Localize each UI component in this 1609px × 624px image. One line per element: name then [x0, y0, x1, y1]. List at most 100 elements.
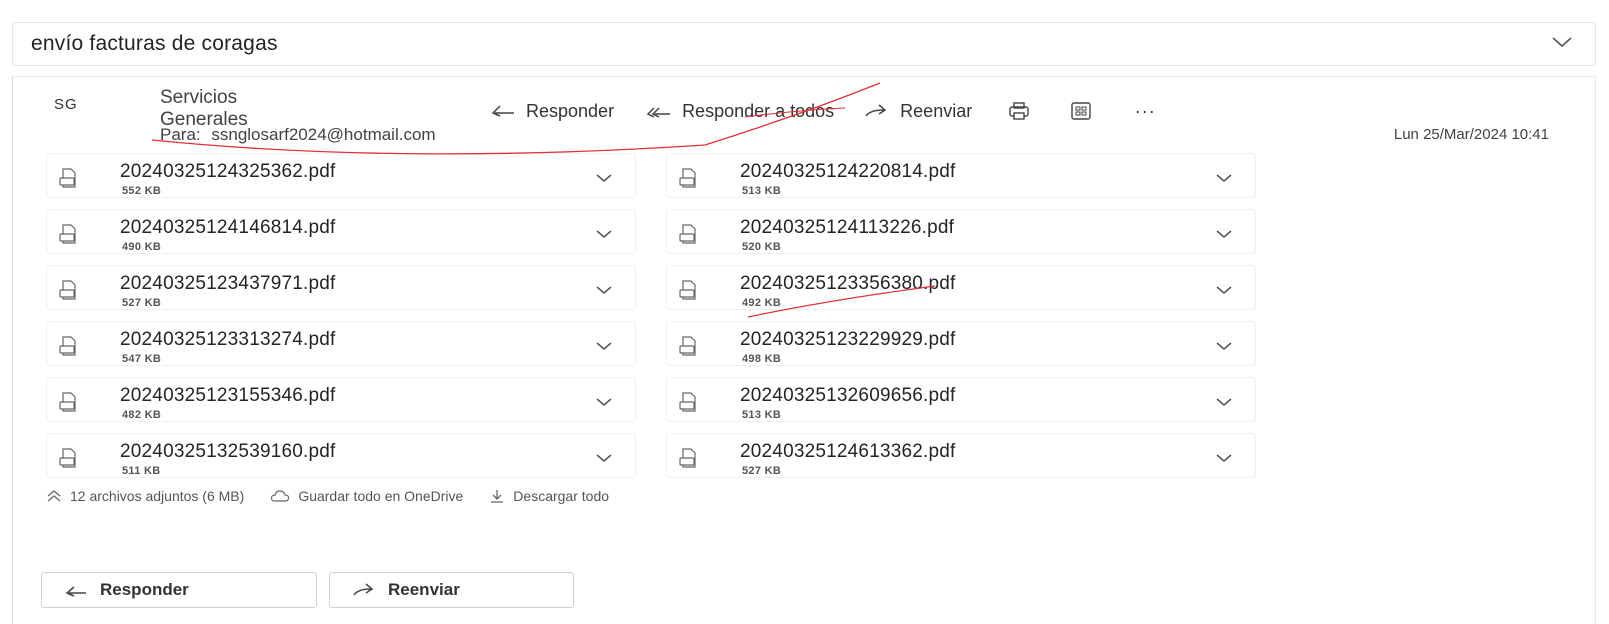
download-all-label: Descargar todo: [513, 488, 610, 504]
file-icon: [57, 279, 79, 301]
collapse-attachments-button[interactable]: 12 archivos adjuntos (6 MB): [46, 488, 244, 504]
file-icon: [57, 223, 79, 245]
chevron-down-icon[interactable]: [595, 395, 613, 407]
attachment-name: 20240325132609656.pdf: [740, 385, 956, 406]
chevron-down-icon[interactable]: [1215, 451, 1233, 463]
print-icon: [1009, 102, 1029, 120]
attachment-item[interactable]: 20240325123313274.pdf 547 KB: [46, 321, 636, 366]
file-icon: [57, 167, 79, 189]
chevron-down-icon[interactable]: [1215, 227, 1233, 239]
attachment-item[interactable]: 20240325123155346.pdf 482 KB: [46, 377, 636, 422]
attachment-size: 511 KB: [122, 465, 161, 477]
attachment-size: 513 KB: [742, 185, 782, 197]
attachment-size: 527 KB: [742, 465, 782, 477]
attachment-item[interactable]: 20240325132539160.pdf 511 KB: [46, 433, 636, 478]
attachment-item[interactable]: 20240325124146814.pdf 490 KB: [46, 209, 636, 254]
reply-all-button[interactable]: Responder a todos: [646, 101, 834, 122]
avatar[interactable]: SG: [54, 96, 78, 113]
attachment-size: 552 KB: [122, 185, 162, 197]
save-to-onedrive-button[interactable]: Guardar todo en OneDrive: [270, 488, 463, 504]
reply-arrow-icon: [65, 586, 86, 597]
print-button[interactable]: [1006, 100, 1032, 122]
attachment-size: 527 KB: [122, 297, 162, 309]
immersive-reader-icon: [1071, 102, 1091, 120]
file-icon: [677, 167, 699, 189]
attachment-name: 20240325124113226.pdf: [740, 217, 955, 238]
attachment-item[interactable]: 20240325123229929.pdf 498 KB: [666, 321, 1256, 366]
file-icon: [677, 447, 699, 469]
attachments-count: 12 archivos adjuntos (6 MB): [70, 488, 245, 504]
footer-reply-button[interactable]: Responder: [41, 572, 317, 608]
footer-reply-label: Responder: [100, 580, 189, 599]
email-subject: envío facturas de coragas: [31, 32, 278, 55]
forward-arrow-icon: [865, 104, 887, 117]
attachment-name: 20240325123155346.pdf: [120, 385, 336, 406]
attachment-name: 20240325123356380.pdf: [740, 273, 956, 294]
footer-forward-label: Reenviar: [388, 580, 460, 599]
file-icon: [57, 391, 79, 413]
attachment-item[interactable]: 20240325123437971.pdf 527 KB: [46, 265, 636, 310]
forward-label: Reenviar: [900, 100, 973, 121]
footer-actions: Responder Reenviar: [41, 572, 574, 608]
attachment-size: 482 KB: [122, 409, 162, 421]
attachment-size: 513 KB: [742, 409, 782, 421]
attachment-name: 20240325124325362.pdf: [120, 161, 336, 182]
chevron-down-icon[interactable]: [1215, 283, 1233, 295]
chevron-down-icon[interactable]: [595, 283, 613, 295]
attachment-name: 20240325124220814.pdf: [740, 161, 956, 182]
file-icon: [677, 223, 699, 245]
attachment-name: 20240325123437971.pdf: [120, 273, 336, 294]
cloud-icon: [271, 490, 290, 502]
file-icon: [677, 279, 699, 301]
reply-label: Responder: [526, 100, 615, 121]
chevron-down-icon[interactable]: [595, 227, 613, 239]
forward-arrow-icon: [353, 583, 374, 596]
attachment-size: 547 KB: [122, 353, 162, 365]
message-date: Lun 25/Mar/2024 10:41: [1393, 126, 1549, 143]
attachment-name: 20240325123229929.pdf: [740, 329, 956, 350]
chevron-down-icon[interactable]: [1551, 35, 1573, 54]
download-icon: [491, 490, 504, 503]
attachments-summary: 12 archivos adjuntos (6 MB) Guardar todo…: [46, 488, 609, 504]
more-ellipsis-icon[interactable]: ···: [1132, 100, 1158, 122]
attachment-name: 20240325132539160.pdf: [120, 441, 336, 462]
attachment-item[interactable]: 20240325123356380.pdf 492 KB: [666, 265, 1256, 310]
to-label: Para:: [160, 125, 201, 144]
attachment-item[interactable]: 20240325124113226.pdf 520 KB: [666, 209, 1256, 254]
attachment-item[interactable]: 20240325124220814.pdf 513 KB: [666, 153, 1256, 198]
footer-forward-button[interactable]: Reenviar: [329, 572, 574, 608]
reply-all-label: Responder a todos: [682, 100, 835, 121]
attachment-size: 498 KB: [742, 353, 782, 365]
subject-bar[interactable]: envío facturas de coragas: [12, 22, 1596, 66]
attachment-name: 20240325123313274.pdf: [120, 329, 336, 350]
attachment-item[interactable]: 20240325124613362.pdf 527 KB: [666, 433, 1256, 478]
attachment-item[interactable]: 20240325132609656.pdf 513 KB: [666, 377, 1256, 422]
forward-button[interactable]: Reenviar: [864, 101, 972, 122]
reply-all-arrows-icon: [646, 107, 671, 118]
chevron-down-icon[interactable]: [1215, 339, 1233, 351]
recipient-address[interactable]: ssnglosarf2024@hotmail.com: [211, 125, 435, 144]
chevron-down-icon[interactable]: [595, 339, 613, 351]
attachment-name: 20240325124146814.pdf: [120, 217, 336, 238]
save-onedrive-label: Guardar todo en OneDrive: [298, 488, 464, 504]
chevron-up-double-icon: [47, 490, 61, 502]
chevron-down-icon[interactable]: [595, 171, 613, 183]
attachment-item[interactable]: 20240325124325362.pdf 552 KB: [46, 153, 636, 198]
chevron-down-icon[interactable]: [1215, 171, 1233, 183]
file-icon: [57, 335, 79, 357]
file-icon: [57, 447, 79, 469]
reply-arrow-icon: [491, 105, 514, 117]
reply-button[interactable]: Responder: [490, 101, 614, 122]
chevron-down-icon[interactable]: [595, 451, 613, 463]
attachment-size: 520 KB: [742, 241, 782, 253]
immersive-reader-button[interactable]: [1068, 100, 1094, 122]
attachment-size: 492 KB: [742, 297, 782, 309]
file-icon: [677, 335, 699, 357]
chevron-down-icon[interactable]: [1215, 395, 1233, 407]
attachment-size: 490 KB: [122, 241, 162, 253]
file-icon: [677, 391, 699, 413]
recipient-line: Para: ssnglosarf2024@hotmail.com: [160, 125, 436, 145]
message-actions: Responder Responder a todos Reenviar ···: [490, 100, 1158, 122]
download-all-button[interactable]: Descargar todo: [489, 488, 609, 504]
card-divider: [12, 77, 13, 624]
